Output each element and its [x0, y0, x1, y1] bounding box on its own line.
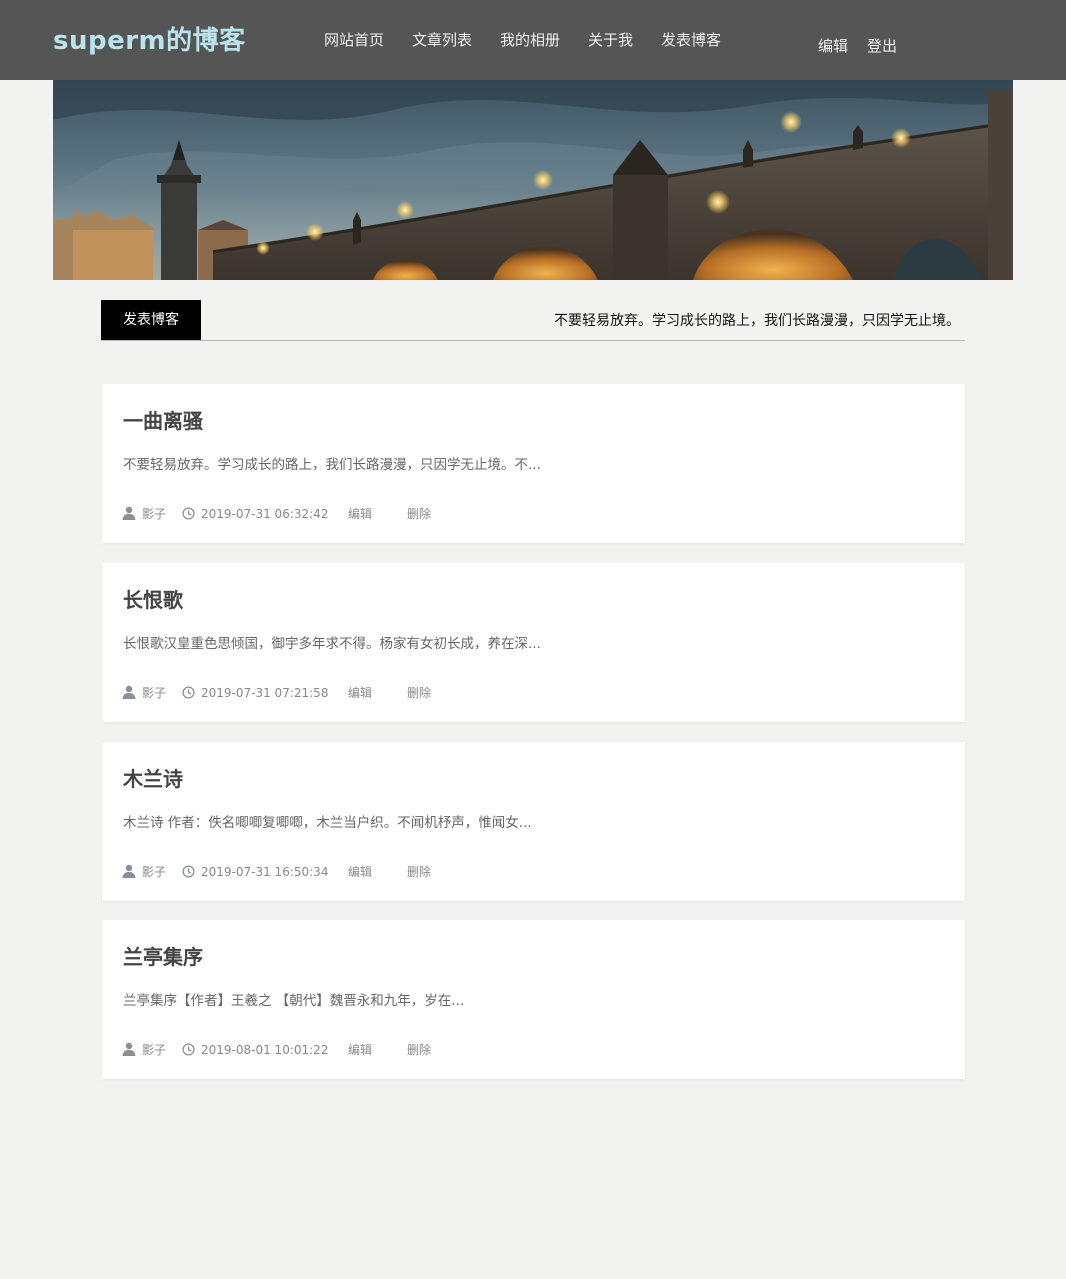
post-author: 影子 [142, 865, 167, 879]
nav-about[interactable]: 关于我 [588, 30, 633, 50]
post-excerpt: 兰亭集序【作者】王羲之 【朝代】魏晋永和九年，岁在... [123, 993, 465, 1009]
user-icon [122, 864, 136, 878]
section-header: 发表博客 不要轻易放弃。学习成长的路上，我们长路漫漫，只因学无止境。 [101, 300, 965, 341]
clock-icon [182, 865, 195, 878]
post-card: 一曲离骚 不要轻易放弃。学习成长的路上，我们长路漫漫，只因学无止境。不... 影… [102, 384, 965, 543]
nav-home[interactable]: 网站首页 [324, 30, 384, 50]
header-banner-image [53, 80, 1013, 280]
post-date: 2019-08-01 10:01:22 [201, 1043, 329, 1057]
delete-post-link[interactable]: 删除 [407, 862, 431, 882]
edit-post-link[interactable]: 编辑 [348, 862, 372, 882]
post-title[interactable]: 一曲离骚 [123, 408, 203, 434]
delete-post-link[interactable]: 删除 [407, 683, 431, 703]
post-title[interactable]: 长恨歌 [123, 587, 183, 613]
delete-post-link[interactable]: 删除 [407, 1040, 431, 1060]
site-title-link[interactable]: superm的博客 [53, 22, 246, 60]
post-excerpt: 长恨歌汉皇重色思倾国，御宇多年求不得。杨家有女初长成，养在深... [123, 636, 541, 652]
edit-post-link[interactable]: 编辑 [348, 683, 372, 703]
user-icon [122, 506, 136, 520]
clock-icon [182, 686, 195, 699]
user-icon [122, 685, 136, 699]
post-card: 兰亭集序 兰亭集序【作者】王羲之 【朝代】魏晋永和九年，岁在... 影子 201… [102, 920, 965, 1079]
edit-post-link[interactable]: 编辑 [348, 1040, 372, 1060]
post-excerpt: 不要轻易放弃。学习成长的路上，我们长路漫漫，只因学无止境。不... [123, 457, 541, 473]
nav-album[interactable]: 我的相册 [500, 30, 560, 50]
top-navbar: superm的博客 网站首页 文章列表 我的相册 关于我 发表博客 编辑 登出 [0, 0, 1066, 80]
user-icon [122, 1042, 136, 1056]
edit-profile-link[interactable]: 编辑 [818, 36, 848, 56]
post-title[interactable]: 木兰诗 [123, 766, 183, 792]
logout-link[interactable]: 登出 [867, 36, 897, 56]
post-author: 影子 [142, 686, 167, 700]
post-excerpt: 木兰诗 作者：佚名唧唧复唧唧，木兰当户织。不闻机杼声，惟闻女... [123, 815, 532, 831]
motto-text: 不要轻易放弃。学习成长的路上，我们长路漫漫，只因学无止境。 [554, 313, 960, 329]
nav-article-list[interactable]: 文章列表 [412, 30, 472, 50]
post-date: 2019-07-31 07:21:58 [201, 686, 329, 700]
post-title[interactable]: 兰亭集序 [123, 944, 203, 970]
post-date: 2019-07-31 16:50:34 [201, 865, 329, 879]
post-card: 木兰诗 木兰诗 作者：佚名唧唧复唧唧，木兰当户织。不闻机杼声，惟闻女... 影子… [102, 742, 965, 901]
post-date: 2019-07-31 06:32:42 [201, 507, 329, 521]
post-author: 影子 [142, 507, 167, 521]
post-author: 影子 [142, 1043, 167, 1057]
post-card: 长恨歌 长恨歌汉皇重色思倾国，御宇多年求不得。杨家有女初长成，养在深... 影子… [102, 563, 965, 722]
clock-icon [182, 507, 195, 520]
delete-post-link[interactable]: 删除 [407, 504, 431, 524]
clock-icon [182, 1043, 195, 1056]
nav-new-post[interactable]: 发表博客 [661, 30, 721, 50]
new-post-tab[interactable]: 发表博客 [101, 300, 201, 340]
edit-post-link[interactable]: 编辑 [348, 504, 372, 524]
